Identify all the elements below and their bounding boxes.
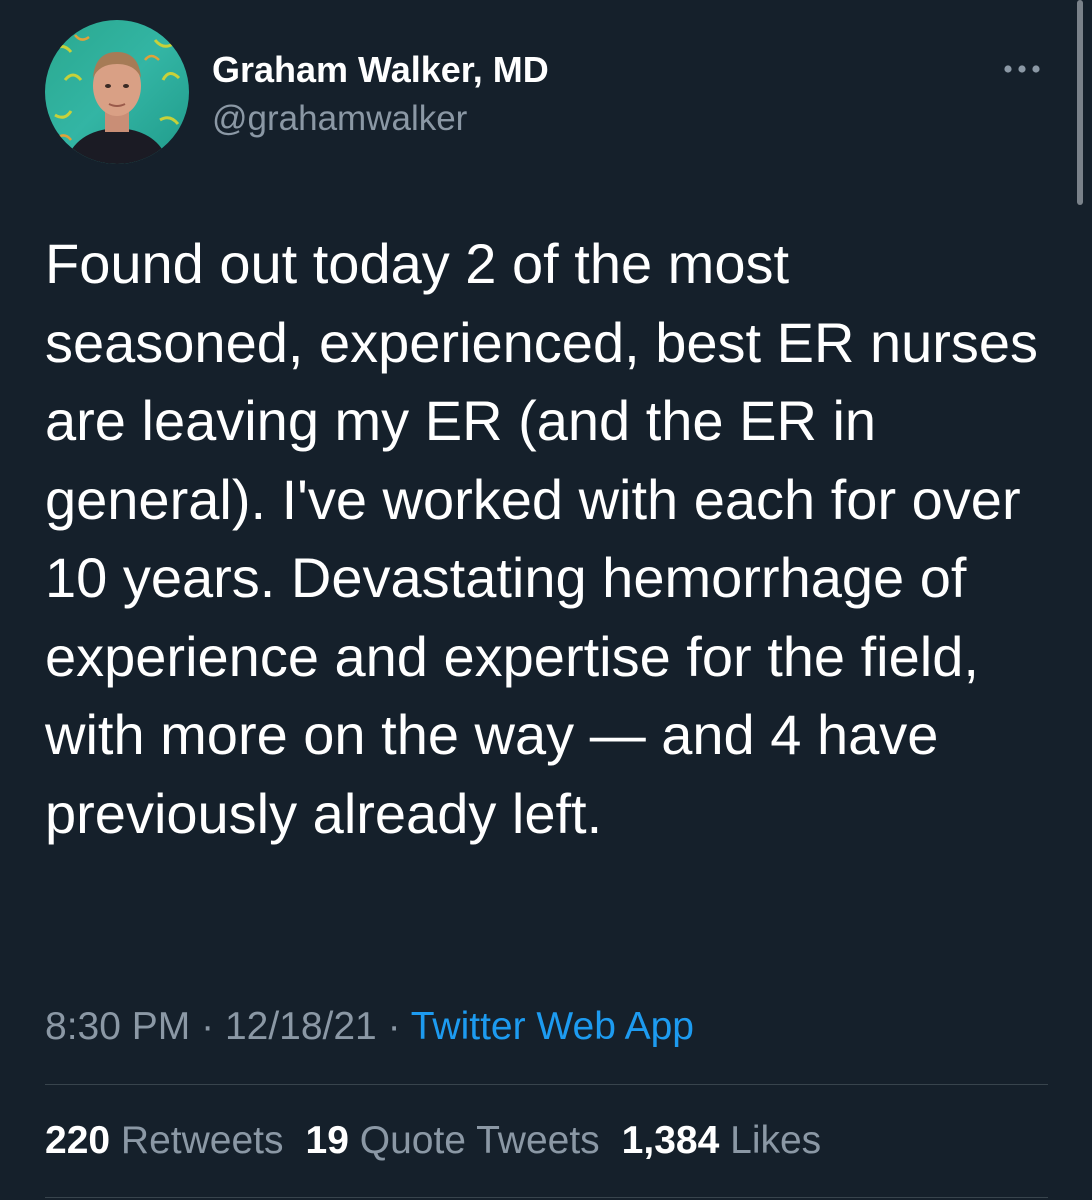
likes-count: 1,384: [621, 1119, 720, 1162]
author-handle[interactable]: @grahamwalker: [212, 99, 467, 139]
meta-separator: ·: [387, 1005, 401, 1048]
scrollbar[interactable]: [1077, 0, 1083, 205]
engagement-stats: 220 Retweets 19 Quote Tweets 1,384 Likes: [45, 1118, 821, 1164]
tweet-time[interactable]: 8:30 PM: [45, 1005, 190, 1048]
avatar-image: [45, 20, 189, 164]
quote-tweets-stat[interactable]: 19 Quote Tweets: [306, 1119, 600, 1162]
likes-label: Likes: [730, 1119, 822, 1162]
avatar[interactable]: [45, 20, 189, 164]
likes-stat[interactable]: 1,384 Likes: [622, 1119, 822, 1162]
tweet-text: Found out today 2 of the most seasoned, …: [45, 232, 1039, 845]
tweet-source-link[interactable]: Twitter Web App: [411, 1005, 694, 1048]
divider: [45, 1084, 1048, 1085]
retweets-stat[interactable]: 220 Retweets: [45, 1119, 284, 1162]
quote-tweets-label: Quote Tweets: [359, 1119, 600, 1162]
meta-separator: ·: [201, 1005, 215, 1048]
author-display-name[interactable]: Graham Walker, MD: [212, 50, 549, 90]
more-horizontal-icon: [1004, 65, 1040, 73]
tweet-date[interactable]: 12/18/21: [225, 1005, 377, 1048]
tweet-meta: 8:30 PM · 12/18/21 · Twitter Web App: [45, 1004, 694, 1050]
more-options-button[interactable]: [996, 52, 1048, 86]
quote-tweets-count: 19: [305, 1119, 349, 1162]
retweets-label: Retweets: [120, 1119, 284, 1162]
retweets-count: 220: [45, 1119, 111, 1162]
divider: [45, 1197, 1048, 1198]
